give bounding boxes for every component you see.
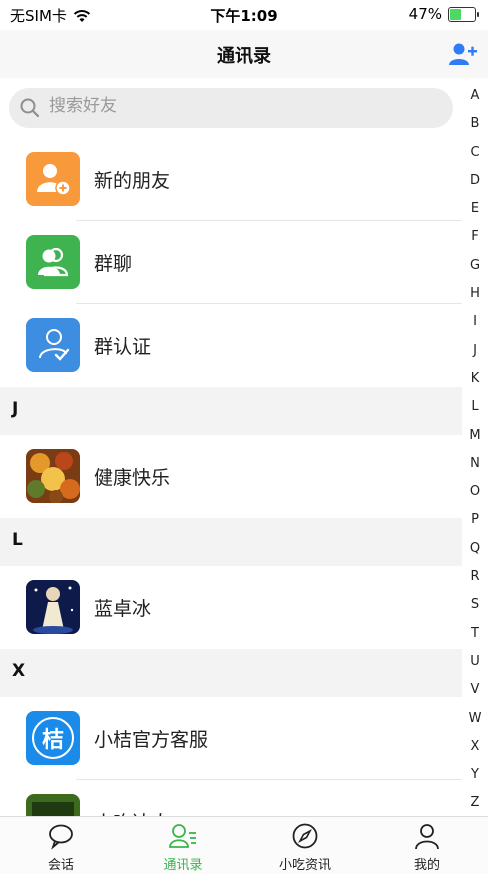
contact-avatar: [26, 794, 80, 816]
index-letter[interactable]: D: [462, 167, 488, 195]
contact-name: 蓝卓冰: [94, 598, 152, 620]
nav-bar: 通讯录: [0, 30, 488, 78]
compass-icon: [292, 823, 318, 849]
index-letter[interactable]: I: [462, 308, 488, 336]
entry-label: 群认证: [94, 336, 152, 358]
index-letter[interactable]: Y: [462, 761, 488, 789]
index-letter[interactable]: T: [462, 620, 488, 648]
search-input[interactable]: [49, 96, 429, 116]
profile-icon: [415, 824, 439, 850]
tab-chats[interactable]: 会话: [0, 817, 122, 874]
section-letter: J: [12, 399, 19, 419]
add-contact-icon[interactable]: [448, 40, 478, 68]
index-letter[interactable]: H: [462, 280, 488, 308]
group-chat-entry[interactable]: 群聊: [0, 221, 462, 304]
index-letter[interactable]: B: [462, 110, 488, 138]
tab-label: 小吃资讯: [278, 858, 331, 873]
contact-row[interactable]: 小吃达人: [0, 780, 462, 816]
chat-bubble-icon: [49, 824, 73, 850]
contact-row[interactable]: 健康快乐: [0, 435, 462, 518]
battery-percent: 47%: [408, 5, 442, 23]
tab-label: 会话: [47, 858, 74, 873]
contact-row[interactable]: 桔 小桔官方客服: [0, 697, 462, 780]
index-letter[interactable]: E: [462, 195, 488, 223]
contact-avatar: 桔: [26, 711, 80, 765]
contacts-icon: [169, 824, 196, 848]
index-letter[interactable]: J: [462, 337, 488, 365]
index-letter[interactable]: A: [462, 82, 488, 110]
tab-snack-news[interactable]: 小吃资讯: [244, 817, 366, 874]
index-letter[interactable]: G: [462, 252, 488, 280]
tab-label: 我的: [413, 858, 440, 873]
section-header-x: X: [0, 649, 462, 697]
status-bar: 无SIM卡 下午1:09 47%: [0, 0, 488, 30]
index-letter[interactable]: K: [462, 365, 488, 393]
new-friend-icon: [26, 152, 80, 206]
index-letter[interactable]: P: [462, 506, 488, 534]
contact-avatar: [26, 449, 80, 503]
avatar-glyph: 桔: [32, 717, 74, 759]
index-letter[interactable]: Z: [462, 789, 488, 817]
index-letter[interactable]: M: [462, 422, 488, 450]
tab-label: 通讯录: [163, 858, 203, 873]
contact-name: 健康快乐: [94, 467, 171, 489]
battery-charging-icon: [448, 6, 479, 22]
section-header-l: L: [0, 518, 462, 566]
section-letter: L: [12, 530, 23, 550]
alphabet-index[interactable]: ABCDEFGHIJKLMNOPQRSTUVWXYZ: [462, 82, 488, 818]
contact-list: 新的朋友 群聊 群认证 J 健康快乐 L 蓝卓冰 X 桔 小桔官方客服: [0, 138, 462, 816]
index-letter[interactable]: F: [462, 223, 488, 251]
search-area: [0, 78, 462, 138]
index-letter[interactable]: C: [462, 139, 488, 167]
contact-name: 小桔官方客服: [94, 729, 209, 751]
contact-row[interactable]: 蓝卓冰: [0, 566, 462, 649]
index-letter[interactable]: L: [462, 393, 488, 421]
tab-bar: 会话 通讯录 小吃资讯 我的: [0, 816, 488, 874]
group-verify-entry[interactable]: 群认证: [0, 304, 462, 387]
index-letter[interactable]: Q: [462, 535, 488, 563]
entry-label: 群聊: [94, 253, 133, 275]
contact-name: 小吃达人: [94, 808, 170, 816]
section-header-j: J: [0, 387, 462, 435]
index-letter[interactable]: W: [462, 705, 488, 733]
index-letter[interactable]: N: [462, 450, 488, 478]
new-friends-entry[interactable]: 新的朋友: [0, 138, 462, 221]
index-letter[interactable]: V: [462, 676, 488, 704]
contact-avatar: [26, 580, 80, 634]
search-icon: [20, 98, 40, 118]
group-verify-icon: [26, 318, 80, 372]
entry-label: 新的朋友: [94, 170, 171, 192]
search-box[interactable]: [9, 88, 453, 128]
index-letter[interactable]: S: [462, 591, 488, 619]
tab-contacts[interactable]: 通讯录: [122, 817, 244, 874]
tab-me[interactable]: 我的: [366, 817, 488, 874]
index-letter[interactable]: R: [462, 563, 488, 591]
page-title: 通讯录: [217, 46, 271, 67]
section-letter: X: [12, 661, 26, 681]
index-letter[interactable]: O: [462, 478, 488, 506]
index-letter[interactable]: U: [462, 648, 488, 676]
battery-level-fill: [450, 8, 462, 20]
index-letter[interactable]: X: [462, 733, 488, 761]
group-chat-icon: [26, 235, 80, 289]
